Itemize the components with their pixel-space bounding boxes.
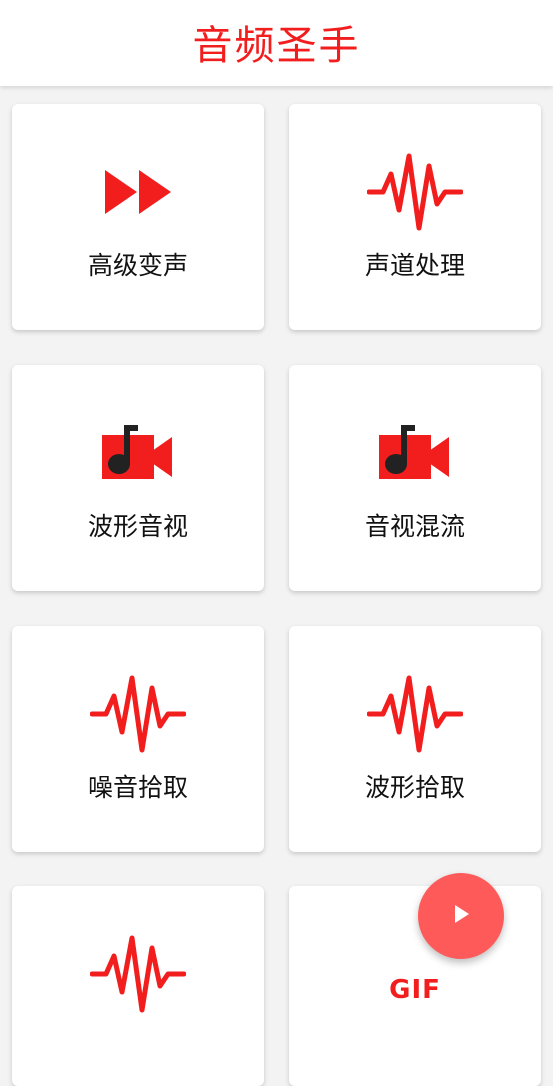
waveform-icon bbox=[88, 932, 188, 1016]
gif-icon-text: GIF bbox=[389, 975, 441, 1005]
play-icon bbox=[450, 903, 472, 929]
tool-card-label: 波形拾取 bbox=[364, 773, 465, 802]
waveform-icon bbox=[365, 672, 465, 756]
music-video-icon bbox=[88, 411, 188, 495]
fast-forward-icon bbox=[88, 150, 188, 234]
app-title: 音频圣手 bbox=[192, 23, 361, 69]
tool-card-label: 波形音视 bbox=[87, 512, 188, 541]
tool-card-label: 声道处理 bbox=[364, 251, 465, 280]
gif-icon: GIF bbox=[365, 948, 465, 1032]
tool-card-7[interactable] bbox=[12, 886, 264, 1086]
tool-card-label: 高级变声 bbox=[87, 251, 188, 280]
play-fab-button[interactable] bbox=[418, 873, 504, 959]
tool-card-noise-pickup[interactable]: 噪音拾取 bbox=[12, 626, 264, 852]
waveform-icon bbox=[88, 672, 188, 756]
app-bar: 音频圣手 bbox=[0, 0, 553, 86]
tool-card-waveform-video[interactable]: 波形音视 bbox=[12, 365, 264, 591]
tool-card-channel-processing[interactable]: 声道处理 bbox=[289, 104, 541, 330]
tool-card-waveform-pickup[interactable]: 波形拾取 bbox=[289, 626, 541, 852]
tool-card-advanced-voice-change[interactable]: 高级变声 bbox=[12, 104, 264, 330]
music-video-icon bbox=[365, 411, 465, 495]
tool-card-av-mux[interactable]: 音视混流 bbox=[289, 365, 541, 591]
waveform-icon bbox=[365, 150, 465, 234]
tool-card-label: 音视混流 bbox=[364, 512, 465, 541]
tool-card-label: 噪音拾取 bbox=[87, 773, 188, 802]
